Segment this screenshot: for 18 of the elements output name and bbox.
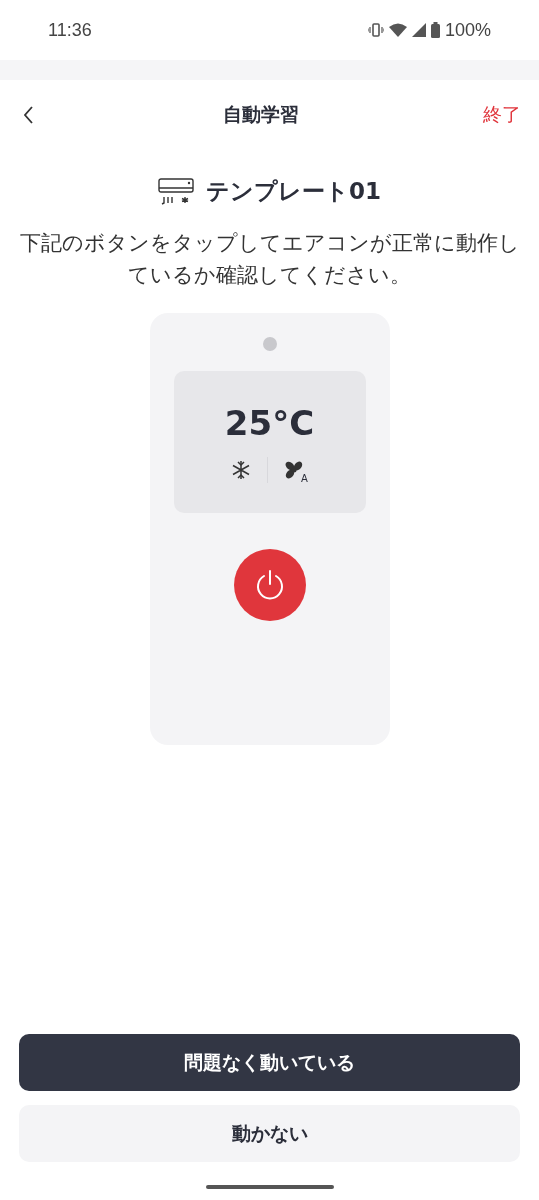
vibrate-icon [367,23,384,37]
device-name: テンプレート01 [206,177,381,206]
indicator-light [262,337,277,351]
fail-button[interactable]: 動かない [19,1105,520,1162]
confirm-button[interactable]: 問題なく動いている [19,1034,520,1091]
instruction-text: 下記のボタンをタップしてエアコンが正常に動作しているか確認してください。 [18,230,521,289]
air-conditioner-icon [158,177,194,206]
snowflake-icon [231,460,252,480]
finish-button[interactable]: 終了 [483,102,521,128]
signal-icon [411,23,426,37]
wifi-icon [388,23,407,37]
back-icon [24,106,34,124]
temperature-reading: 25°C [224,403,315,443]
battery-icon [430,22,440,38]
page-title: 自動学習 [222,102,299,127]
battery-percent: 100% [444,19,491,41]
fan-mode-label: A [301,473,308,484]
status-time: 11:36 [48,19,92,41]
